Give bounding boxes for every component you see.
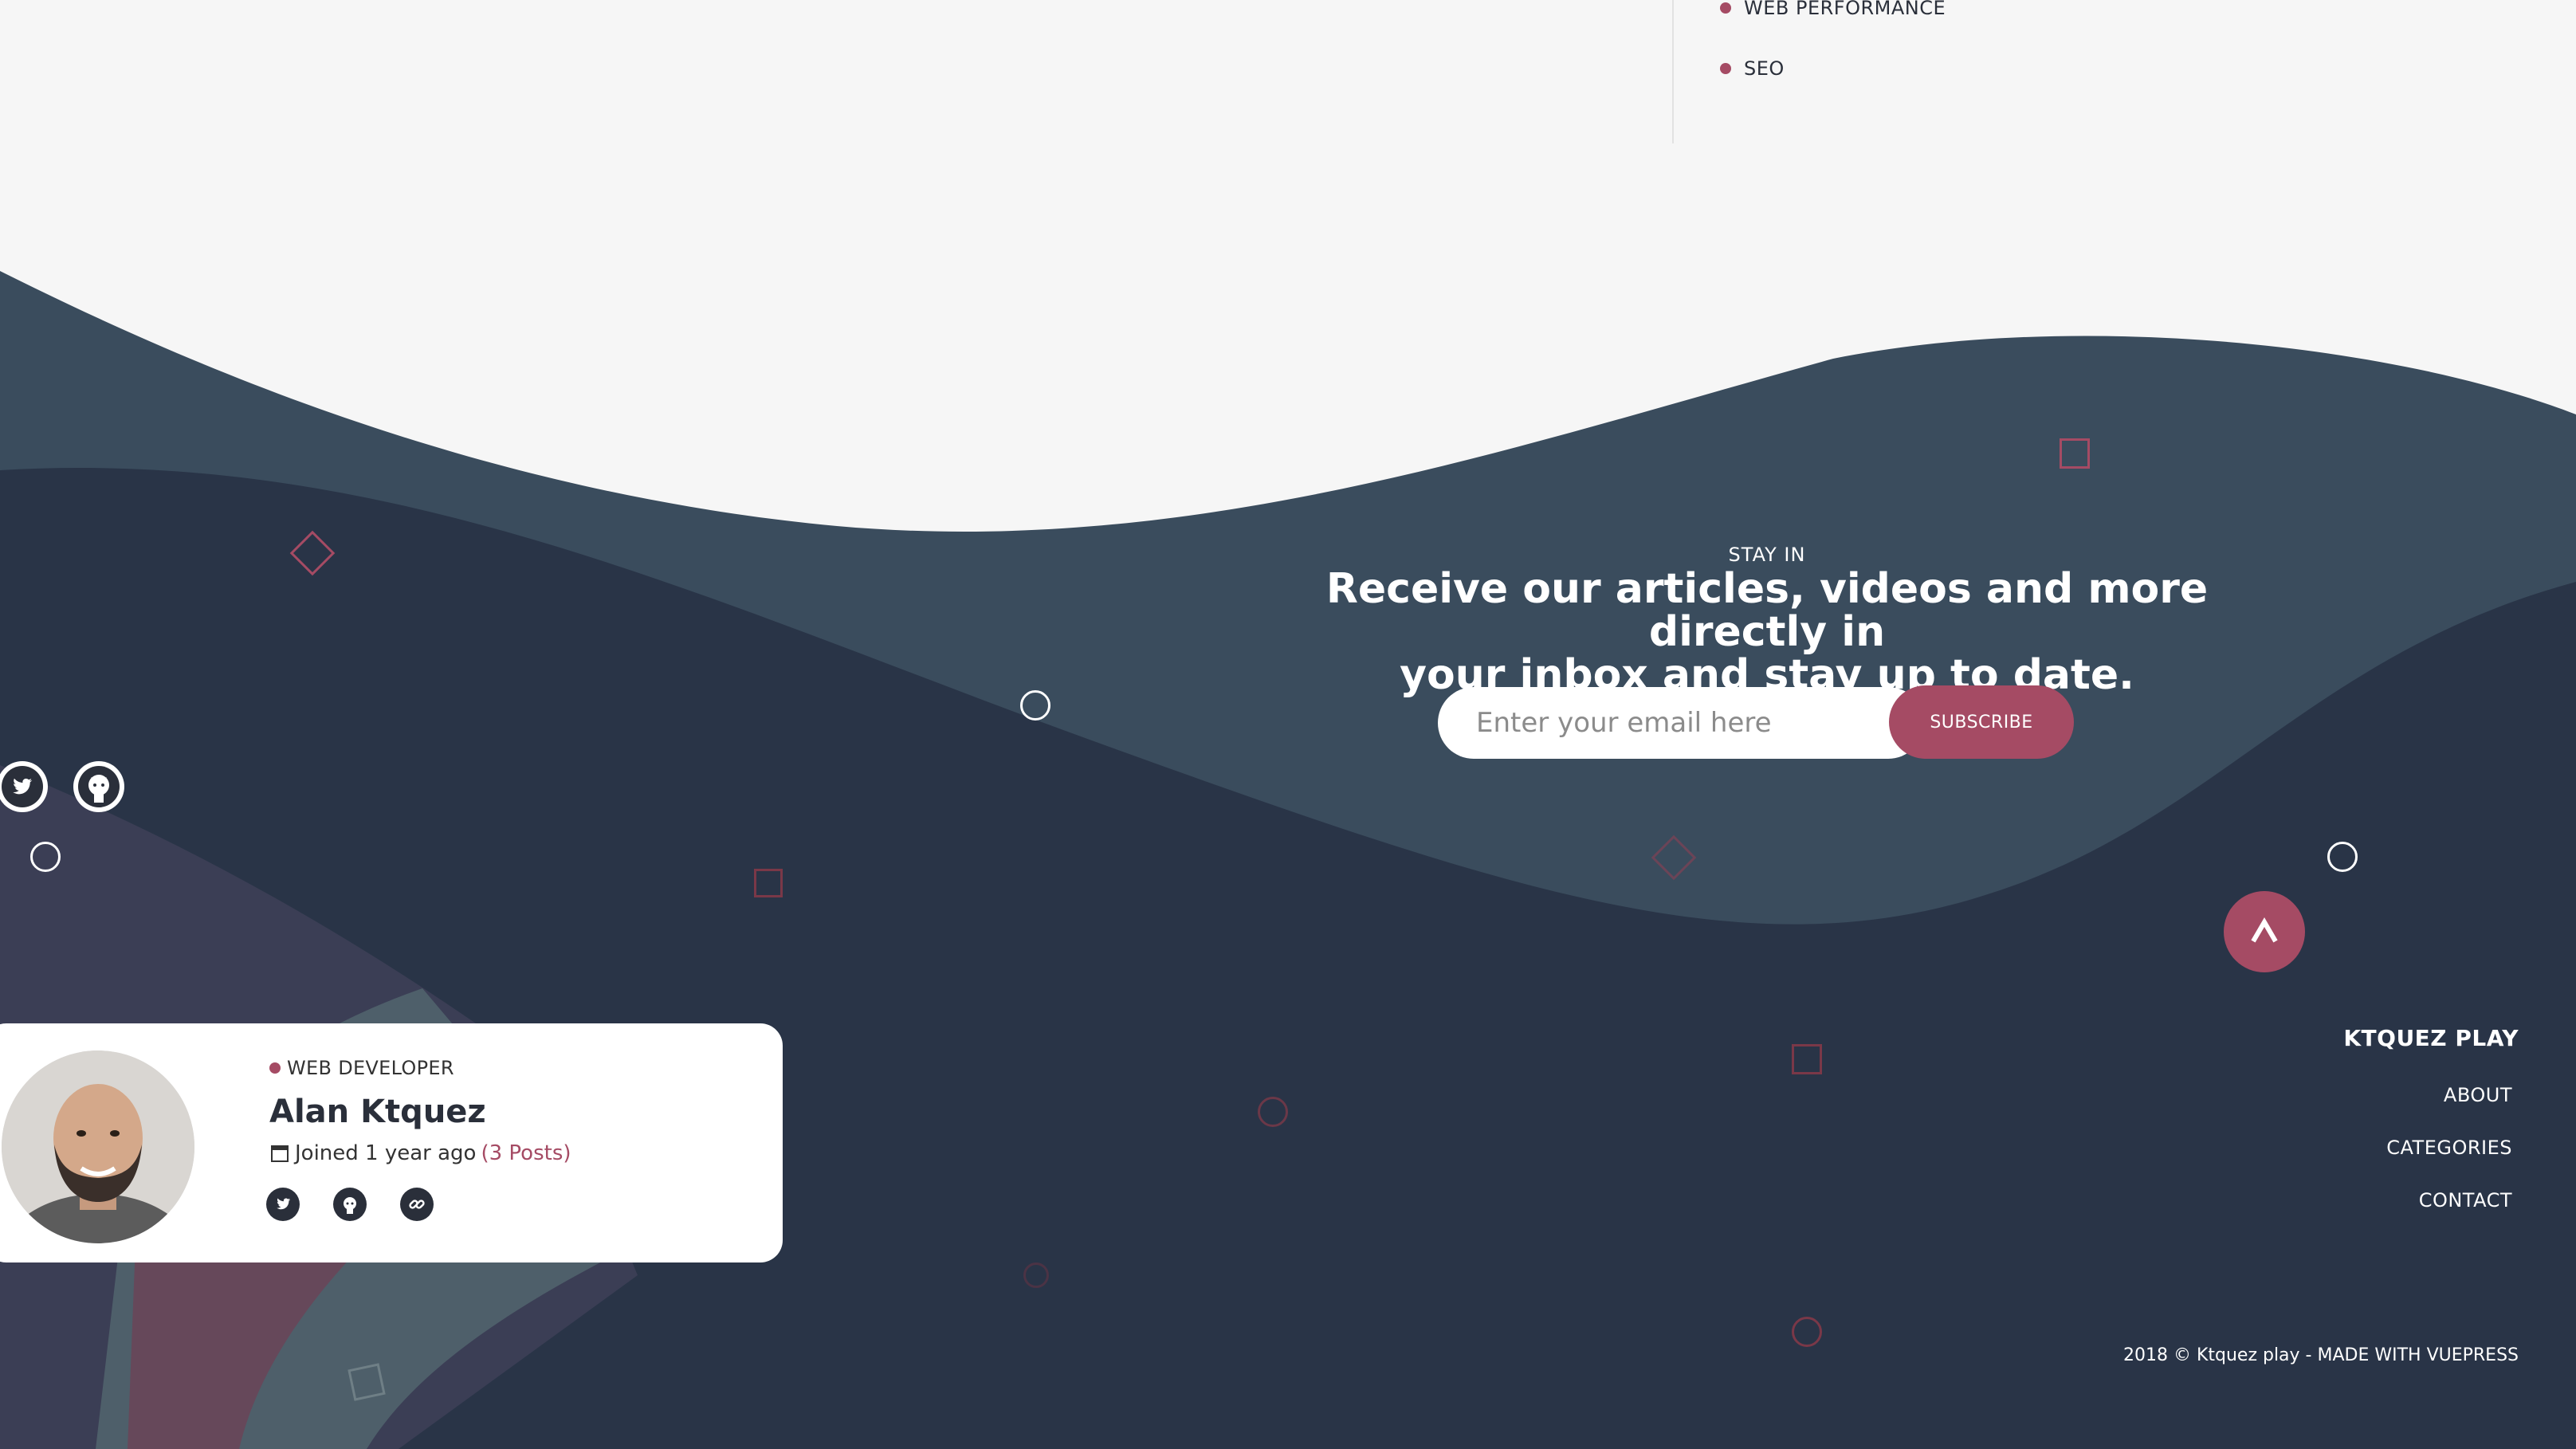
- decor-circle: [2327, 842, 2358, 872]
- newsletter-section: STAY IN Receive our articles, videos and…: [1253, 0, 2281, 797]
- footer-link-contact[interactable]: CONTACT: [2419, 1189, 2512, 1211]
- footer-brand[interactable]: KTQUEZ PLAY: [2343, 1025, 2519, 1051]
- joined-text: Joined 1 year ago: [295, 1141, 477, 1165]
- bullet-dot: [269, 1062, 281, 1074]
- author-joined: Joined 1 year ago (3 Posts): [269, 1141, 571, 1165]
- footer-link-categories[interactable]: CATEGORIES: [2386, 1137, 2512, 1159]
- decor-circle: [1258, 1097, 1288, 1127]
- footer-copyright: 2018 © Ktquez play - MADE WITH VUEPRESS: [2122, 1345, 2519, 1365]
- author-website-link[interactable]: [400, 1188, 434, 1221]
- link-icon: [409, 1200, 425, 1209]
- email-placeholder: Enter your email here: [1476, 707, 1772, 739]
- github-icon: [344, 1197, 356, 1214]
- decor-circle: [1023, 1262, 1049, 1288]
- decor-circle: [30, 842, 61, 872]
- author-twitter-link[interactable]: [266, 1188, 300, 1221]
- newsletter-title: Receive our articles, videos and more di…: [1253, 567, 2281, 697]
- decor-circle: [1020, 690, 1050, 721]
- author-github-link[interactable]: [333, 1188, 367, 1221]
- subscribe-button[interactable]: SUBSCRIBE: [1889, 685, 2074, 759]
- calendar-icon: [271, 1145, 289, 1162]
- decor-square: [754, 869, 783, 897]
- back-to-top-button[interactable]: [2224, 891, 2305, 972]
- decor-circle: [1792, 1317, 1822, 1347]
- twitter-icon: [2, 766, 43, 807]
- author-name: Alan Ktquez: [269, 1094, 486, 1130]
- author-role: WEB DEVELOPER: [269, 1057, 454, 1079]
- email-input[interactable]: Enter your email here: [1438, 687, 1924, 759]
- newsletter-title-line: Receive our articles, videos and more di…: [1325, 565, 2209, 656]
- newsletter-label: STAY IN: [1728, 544, 1806, 566]
- avatar: [2, 1050, 194, 1243]
- decor-square: [348, 1363, 386, 1401]
- author-card: WEB DEVELOPER Alan Ktquez Joined 1 year …: [0, 1023, 783, 1262]
- author-role-label: WEB DEVELOPER: [287, 1057, 454, 1079]
- github-share-button[interactable]: [73, 761, 124, 812]
- footer-link-about[interactable]: ABOUT: [2444, 1084, 2512, 1106]
- chevron-up-icon: [2251, 917, 2278, 943]
- twitter-icon: [277, 1198, 291, 1210]
- github-icon: [78, 766, 120, 807]
- posts-count-link[interactable]: (3 Posts): [481, 1141, 571, 1165]
- twitter-share-button[interactable]: [0, 761, 48, 812]
- decor-square: [1792, 1044, 1822, 1074]
